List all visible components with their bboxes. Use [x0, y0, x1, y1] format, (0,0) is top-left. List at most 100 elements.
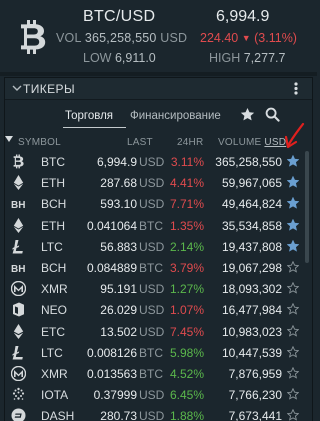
tab-trading[interactable]: Торговля: [65, 110, 113, 122]
table-row[interactable]: NEO 26.029 USD 1.07% 16,477,984: [5, 299, 301, 320]
row-symbol: NEO: [41, 303, 68, 318]
ltc-icon: [12, 239, 23, 254]
row-change: 7.71%: [169, 197, 204, 212]
tab-funding[interactable]: Финансирование: [130, 110, 221, 122]
pair-title: BTC/USD: [83, 8, 156, 25]
row-currency: USD: [139, 282, 165, 297]
table-row[interactable]: IOTA 0.37999 USD 6.45% 7,766,230: [5, 384, 301, 405]
row-last-price: 593.10: [100, 197, 137, 212]
favorite-star-icon[interactable]: [287, 155, 299, 167]
row-volume: 7,766,230: [228, 388, 282, 403]
table-row[interactable]: XMR 0.013563 BTC 4.52% 7,876,959: [5, 363, 301, 384]
ltc-icon: [12, 345, 23, 360]
row-symbol: ETH: [41, 218, 65, 233]
xmr-icon: [11, 366, 26, 381]
change-percent: (3.11%): [254, 31, 297, 45]
row-currency: BTC: [139, 345, 163, 360]
row-currency: USD: [139, 176, 165, 191]
col-24hr[interactable]: 24HR: [177, 137, 203, 148]
row-last-price: 0.084889: [86, 261, 137, 275]
row-volume: 18,093,302: [221, 282, 282, 297]
volume-label: VOL: [56, 31, 82, 45]
row-currency: USD: [139, 197, 165, 212]
row-change: 1.35%: [169, 218, 204, 233]
favorite-star-icon[interactable]: [287, 409, 299, 421]
favorite-star-icon[interactable]: [287, 261, 299, 273]
table-row[interactable]: XMR 95.191 USD 1.27% 18,093,302: [5, 278, 301, 299]
row-change: 1.88%: [169, 409, 204, 421]
favorite-star-icon[interactable]: [287, 303, 299, 316]
col-volume[interactable]: VOLUME USD: [218, 137, 286, 148]
etc-icon: [13, 323, 24, 339]
col-last[interactable]: LAST: [127, 137, 153, 148]
sort-desc-icon[interactable]: [5, 136, 13, 142]
row-last-price: 280.73: [100, 409, 137, 421]
down-arrow-icon: ▼: [241, 33, 251, 43]
table-row[interactable]: ETH 0.041064 BTC 1.35% 35,534,858: [5, 215, 301, 236]
row-change: 3.79%: [169, 261, 204, 275]
row-currency: BTC: [139, 261, 163, 275]
row-volume: 16,477,984: [221, 303, 282, 318]
search-icon[interactable]: [265, 107, 280, 122]
bch-icon: BH: [11, 200, 25, 211]
last-price: 6,994.9: [216, 8, 270, 25]
col-volume-label: VOLUME: [218, 137, 262, 148]
favorite-star-icon[interactable]: [287, 218, 299, 231]
bitcoin-logo-icon: [21, 20, 46, 54]
chevron-down-icon[interactable]: [12, 83, 22, 93]
row-volume: 59,967,065: [221, 176, 282, 191]
row-symbol: IOTA: [41, 388, 69, 403]
table-row[interactable]: BTC 6,994.9 USD 3.11% 365,258,550: [5, 151, 301, 172]
row-symbol: ETH: [41, 176, 65, 191]
dash-icon: [11, 408, 26, 421]
row-symbol: ETC: [41, 324, 65, 339]
row-volume: 7,876,959: [228, 367, 282, 381]
favorite-star-icon[interactable]: [287, 367, 299, 379]
col-symbol[interactable]: SYMBOL: [18, 137, 61, 148]
panel-title: ТИКЕРЫ: [23, 82, 75, 96]
row-symbol: BTC: [41, 155, 65, 169]
divider: [0, 72, 317, 76]
row-change: 4.41%: [169, 176, 204, 191]
table-row[interactable]: ETH 287.68 USD 4.41% 59,967,065: [5, 172, 301, 193]
high-label: HIGH: [209, 51, 241, 65]
row-symbol: LTC: [41, 345, 63, 360]
low-value: 6,911.0: [114, 51, 156, 65]
btc-icon: [13, 154, 24, 169]
favorite-star-icon[interactable]: [287, 176, 299, 188]
panel-header[interactable]: ТИКЕРЫ: [5, 78, 312, 100]
svg-text:BH: BH: [11, 264, 25, 275]
row-change: 1.27%: [169, 282, 204, 297]
table-row[interactable]: ETC 13.502 USD 7.45% 10,983,023: [5, 321, 301, 342]
table-row[interactable]: BH BCH 0.084889 BTC 3.79% 19,067,298: [5, 257, 301, 278]
table-row[interactable]: DASH 280.73 USD 1.88% 7,673,441: [5, 405, 301, 421]
low-stat: LOW 6,911.0: [83, 51, 156, 65]
row-last-price: 13.502: [100, 324, 137, 339]
favorite-star-icon[interactable]: [287, 324, 299, 337]
annotation-arrow-icon: [284, 122, 305, 149]
row-symbol: LTC: [41, 239, 63, 254]
row-symbol: BCH: [41, 197, 67, 212]
scrollbar[interactable]: [305, 151, 309, 263]
more-vertical-icon[interactable]: [294, 82, 298, 95]
row-volume: 10,983,023: [221, 324, 282, 339]
row-volume: 365,258,550: [215, 155, 282, 169]
favorite-star-icon[interactable]: [287, 282, 299, 294]
favorite-star-icon[interactable]: [287, 239, 299, 252]
favorite-star-icon[interactable]: [287, 388, 299, 400]
row-change: 6.45%: [169, 388, 204, 403]
table-row[interactable]: BH BCH 593.10 USD 7.71% 49,464,824: [5, 193, 301, 214]
row-last-price: 26.029: [100, 303, 137, 318]
favorite-star-icon[interactable]: [287, 345, 299, 358]
table-row[interactable]: LTC 56.883 USD 2.14% 19,437,808: [5, 236, 301, 257]
row-currency: USD: [139, 388, 165, 403]
table-row[interactable]: LTC 0.008126 BTC 5.98% 10,447,539: [5, 342, 301, 363]
row-last-price: 0.008126: [86, 345, 137, 360]
favorites-star-icon[interactable]: [240, 107, 255, 122]
row-currency: USD: [139, 155, 165, 169]
eth-icon: [13, 175, 24, 191]
row-last-price: 287.68: [100, 176, 137, 191]
row-change: 3.11%: [170, 155, 204, 169]
svg-text:BH: BH: [11, 200, 25, 211]
favorite-star-icon[interactable]: [287, 197, 299, 210]
